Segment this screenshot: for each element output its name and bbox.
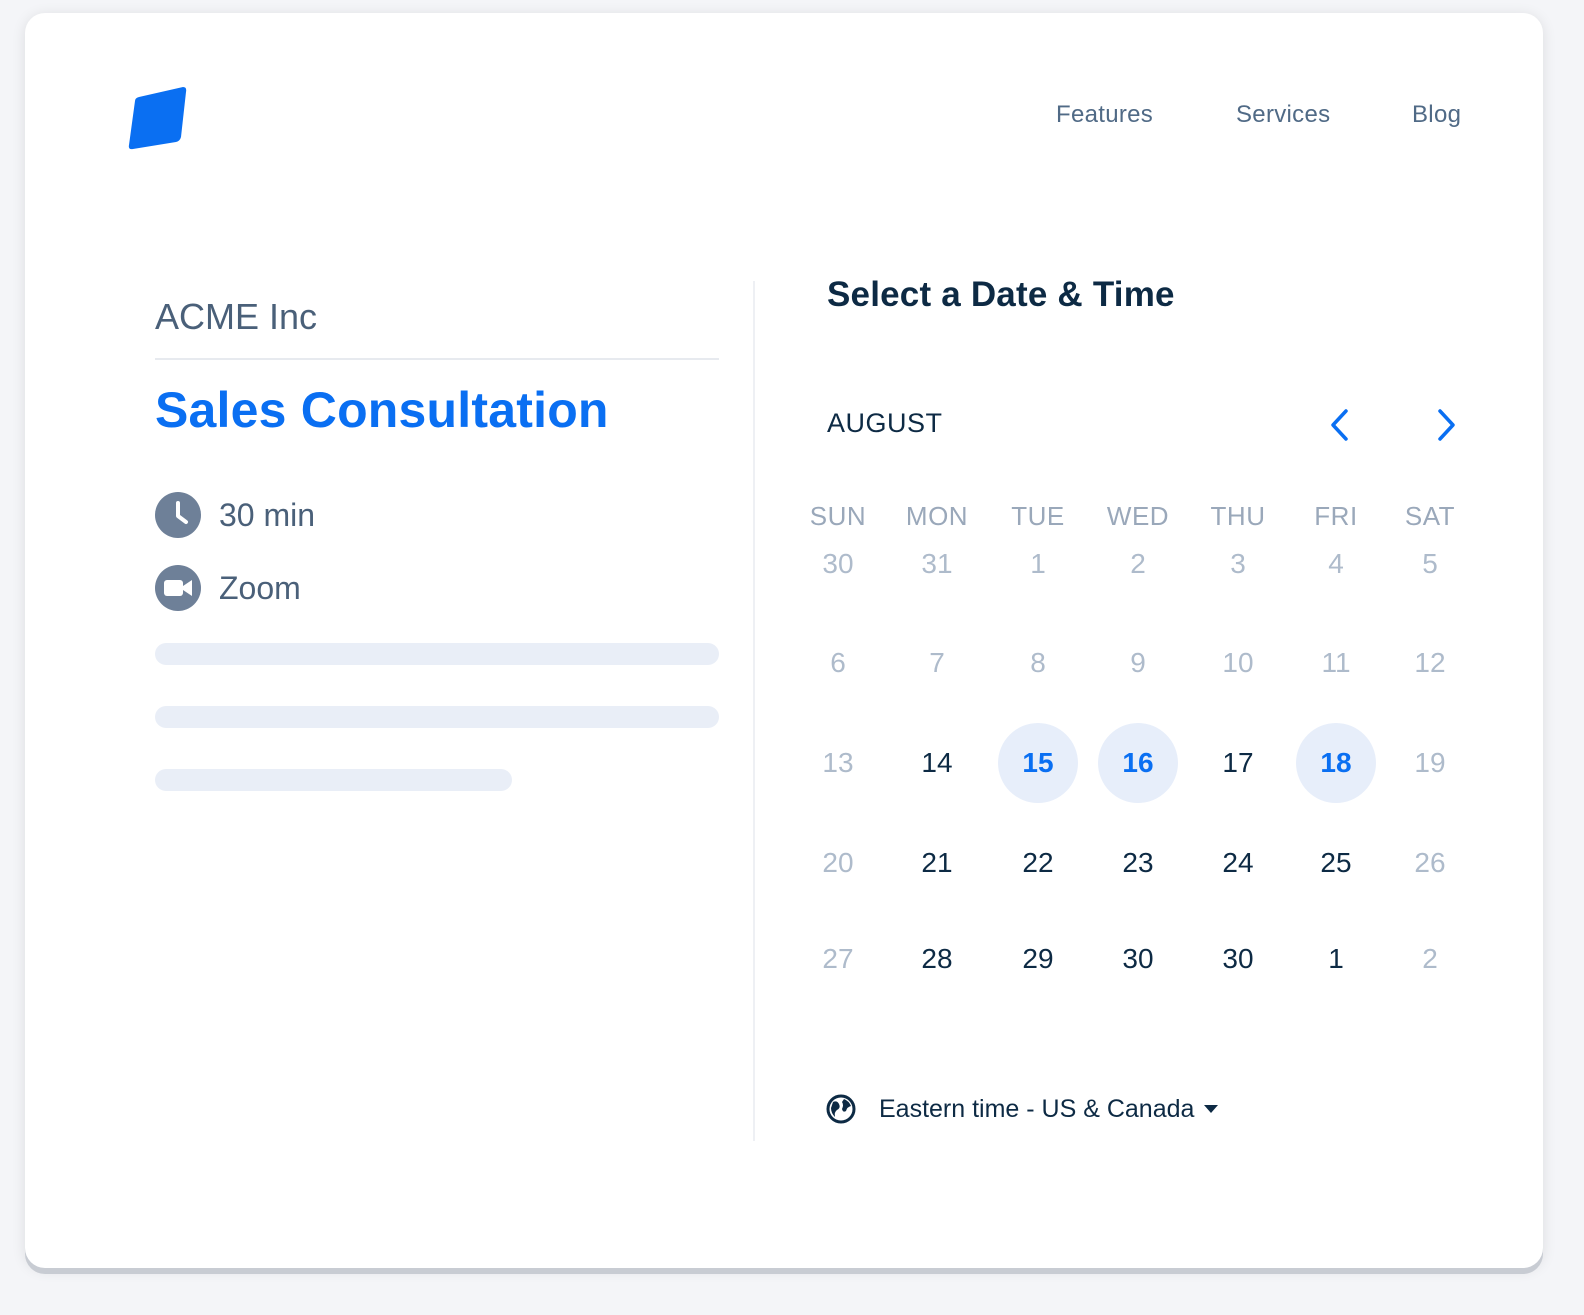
calendar-day: 26 [1414, 847, 1446, 878]
calendar-day-available[interactable]: 15 [998, 723, 1078, 803]
nav-features-link[interactable]: Features [1056, 101, 1153, 129]
picker-heading: Select a Date & Time [827, 275, 1175, 314]
calendar-day: 10 [1222, 647, 1254, 678]
nav-blog-link[interactable]: Blog [1412, 101, 1461, 129]
calendar-day: 27 [822, 943, 854, 974]
calendar-day: 30 [1222, 943, 1254, 974]
calendar-day: 31 [921, 548, 953, 579]
calendar-day: 7 [929, 647, 945, 678]
calendar-day: 14 [921, 747, 953, 778]
brand-logo-icon[interactable] [125, 85, 191, 151]
location-text: Zoom [219, 569, 301, 606]
calendar-day: 25 [1320, 847, 1352, 878]
calendar-day: 23 [1122, 847, 1154, 878]
next-month-button[interactable] [1426, 405, 1466, 445]
calendar-day: 21 [921, 847, 953, 878]
calendar-day: 12 [1414, 647, 1446, 678]
calendar-day: 9 [1130, 647, 1146, 678]
company-rule [155, 358, 719, 360]
calendar-day: 28 [921, 943, 953, 974]
video-camera-icon [155, 565, 201, 611]
chevron-right-icon [1438, 409, 1455, 441]
location-row: Zoom [155, 565, 301, 611]
clock-icon [155, 492, 201, 538]
panel-divider [753, 281, 755, 1141]
month-label: AUGUST [827, 408, 943, 438]
calendar-day: 6 [830, 647, 846, 678]
description-placeholder-line [155, 769, 512, 791]
nav-services-link[interactable]: Services [1236, 101, 1330, 129]
company-name: ACME Inc [155, 296, 318, 337]
calendar-day-available[interactable]: 18 [1296, 723, 1376, 803]
calendar-day: 13 [822, 747, 854, 778]
calendar-day: 1 [1328, 943, 1344, 974]
calendar-day: 2 [1422, 943, 1438, 974]
calendar-day: 30 [1122, 943, 1154, 974]
calendar-day: 30 [822, 548, 854, 579]
timezone-selector[interactable]: Eastern time - US & Canada [825, 1091, 1219, 1127]
calendar-day: 29 [1022, 943, 1054, 974]
calendar-day: 22 [1022, 847, 1054, 878]
calendar-day: 1 [1030, 548, 1046, 579]
calendar-day: 5 [1422, 548, 1438, 579]
dropdown-caret-icon [1204, 1105, 1219, 1113]
event-title: Sales Consultation [155, 382, 609, 438]
chevron-left-icon [1331, 409, 1348, 441]
calendar-day: 8 [1030, 647, 1046, 678]
description-placeholder-line [155, 643, 719, 665]
calendar-day-available[interactable]: 16 [1098, 723, 1178, 803]
calendar-day: 4 [1328, 548, 1344, 579]
booking-card: Features Services Blog ACME Inc Sales Co… [25, 13, 1543, 1268]
duration-text: 30 min [219, 496, 316, 533]
calendar-day: 3 [1230, 548, 1246, 579]
calendar-day: 19 [1414, 747, 1446, 778]
description-placeholder-line [155, 706, 719, 728]
globe-icon [826, 1094, 856, 1124]
calendar-day: 20 [822, 847, 854, 878]
prev-month-button[interactable] [1320, 405, 1360, 445]
calendar-day: 24 [1222, 847, 1254, 878]
calendar-day: 11 [1321, 647, 1351, 678]
calendar-day: 2 [1130, 548, 1146, 579]
timezone-label: Eastern time - US & Canada [879, 1094, 1195, 1123]
calendar-day: 17 [1222, 747, 1254, 778]
duration-row: 30 min [155, 492, 315, 538]
